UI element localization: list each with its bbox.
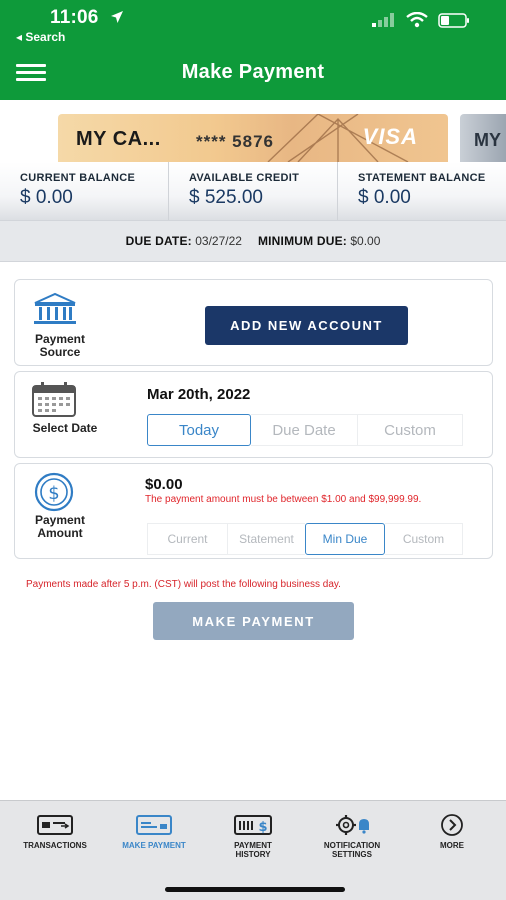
- balance-label: AVAILABLE CREDIT: [189, 172, 300, 184]
- transactions-card-icon: [37, 815, 73, 835]
- amount-option-statement[interactable]: Statement: [227, 523, 305, 555]
- payment-history-icon: $: [234, 815, 272, 835]
- next-card-name: MY: [474, 130, 501, 150]
- tab-label: TRANSACTIONS: [23, 841, 87, 850]
- date-options: Today Due Date Custom: [147, 414, 463, 446]
- balance-summary: CURRENT BALANCE $ 0.00 AVAILABLE CREDIT …: [0, 162, 506, 220]
- wifi-icon: [406, 12, 428, 28]
- payment-amount-panel: $ Payment Amount $0.00 The payment amoun…: [14, 463, 493, 559]
- status-time: 11:06: [50, 7, 99, 28]
- payment-source-label: Payment Source: [34, 332, 86, 359]
- payment-source-panel: Payment Source ADD NEW ACCOUNT: [14, 279, 493, 366]
- location-arrow-icon: [111, 11, 123, 23]
- balance-value: $ 0.00: [20, 187, 73, 208]
- selected-date: Mar 20th, 2022: [147, 386, 251, 403]
- battery-icon: [438, 12, 469, 28]
- header-bar: 11:06 ◂ Search Make Payment: [0, 0, 506, 100]
- more-chevron-icon: [441, 814, 463, 836]
- balance-value: $ 525.00: [189, 187, 263, 208]
- make-payment-button[interactable]: MAKE PAYMENT: [153, 602, 354, 640]
- payment-amount-error: The payment amount must be between $1.00…: [145, 494, 422, 505]
- due-info: DUE DATE: 03/27/22 MINIMUM DUE: $0.00: [0, 220, 506, 262]
- balance-label: CURRENT BALANCE: [20, 172, 136, 184]
- dollar-coin-icon: $: [34, 472, 74, 512]
- home-indicator: [165, 887, 345, 892]
- back-to-search-link[interactable]: ◂ Search: [16, 30, 65, 44]
- tab-make-payment[interactable]: MAKE PAYMENT: [104, 813, 204, 850]
- svg-text:$: $: [258, 820, 267, 835]
- notification-settings-icon: [336, 815, 369, 835]
- statement-balance: STATEMENT BALANCE $ 0.00: [338, 162, 506, 220]
- card-carousel[interactable]: MY CA... **** 5876 VISA MY: [0, 100, 506, 162]
- select-date-label: Select Date: [32, 421, 98, 435]
- amount-option-min-due[interactable]: Min Due: [305, 523, 385, 555]
- balance-label: STATEMENT BALANCE: [358, 172, 486, 184]
- date-option-custom[interactable]: Custom: [357, 414, 463, 446]
- card-number: **** 5876: [196, 132, 275, 151]
- make-payment-card-icon: [136, 815, 172, 835]
- cutoff-notice: Payments made after 5 p.m. (CST) will po…: [26, 579, 341, 590]
- svg-text:$: $: [48, 483, 59, 504]
- tab-label: MAKE PAYMENT: [122, 841, 186, 850]
- date-option-due-date[interactable]: Due Date: [251, 414, 357, 446]
- tab-transactions[interactable]: TRANSACTIONS: [5, 813, 105, 850]
- tab-more[interactable]: MORE: [402, 813, 502, 850]
- amount-options: Current Statement Min Due Custom: [147, 523, 463, 555]
- tab-bar: TRANSACTIONS MAKE PAYMENT $ PAYMENT HIST…: [0, 800, 506, 900]
- amount-option-custom[interactable]: Custom: [385, 523, 463, 555]
- payment-amount-label: Payment Amount: [34, 513, 86, 540]
- calendar-icon: [32, 382, 76, 417]
- available-credit: AVAILABLE CREDIT $ 525.00: [169, 162, 338, 220]
- credit-card[interactable]: MY CA... **** 5876 VISA: [58, 114, 448, 162]
- select-date-panel: Select Date Mar 20th, 2022 Today Due Dat…: [14, 371, 493, 458]
- bank-icon: [34, 292, 76, 324]
- tab-label: MORE: [440, 841, 464, 850]
- card-name: MY CA...: [76, 128, 161, 150]
- due-date: DUE DATE: 03/27/22: [125, 234, 242, 248]
- tab-notification-settings[interactable]: NOTIFICATION SETTINGS: [302, 813, 402, 859]
- status-icons: [372, 12, 470, 28]
- amount-option-current[interactable]: Current: [147, 523, 227, 555]
- date-option-today[interactable]: Today: [147, 414, 251, 446]
- tab-label: PAYMENT HISTORY: [234, 841, 272, 859]
- tab-payment-history[interactable]: $ PAYMENT HISTORY: [203, 813, 303, 859]
- current-balance: CURRENT BALANCE $ 0.00: [0, 162, 169, 220]
- page-title: Make Payment: [181, 61, 325, 83]
- next-card[interactable]: MY: [460, 114, 506, 162]
- minimum-due: MINIMUM DUE: $0.00: [257, 234, 381, 248]
- tab-label: NOTIFICATION SETTINGS: [323, 841, 381, 859]
- payment-amount-value[interactable]: $0.00: [145, 476, 183, 493]
- visa-logo: VISA: [362, 124, 418, 149]
- add-new-account-button[interactable]: ADD NEW ACCOUNT: [205, 306, 408, 345]
- balance-value: $ 0.00: [358, 187, 411, 208]
- cellular-signal-icon: [372, 13, 394, 27]
